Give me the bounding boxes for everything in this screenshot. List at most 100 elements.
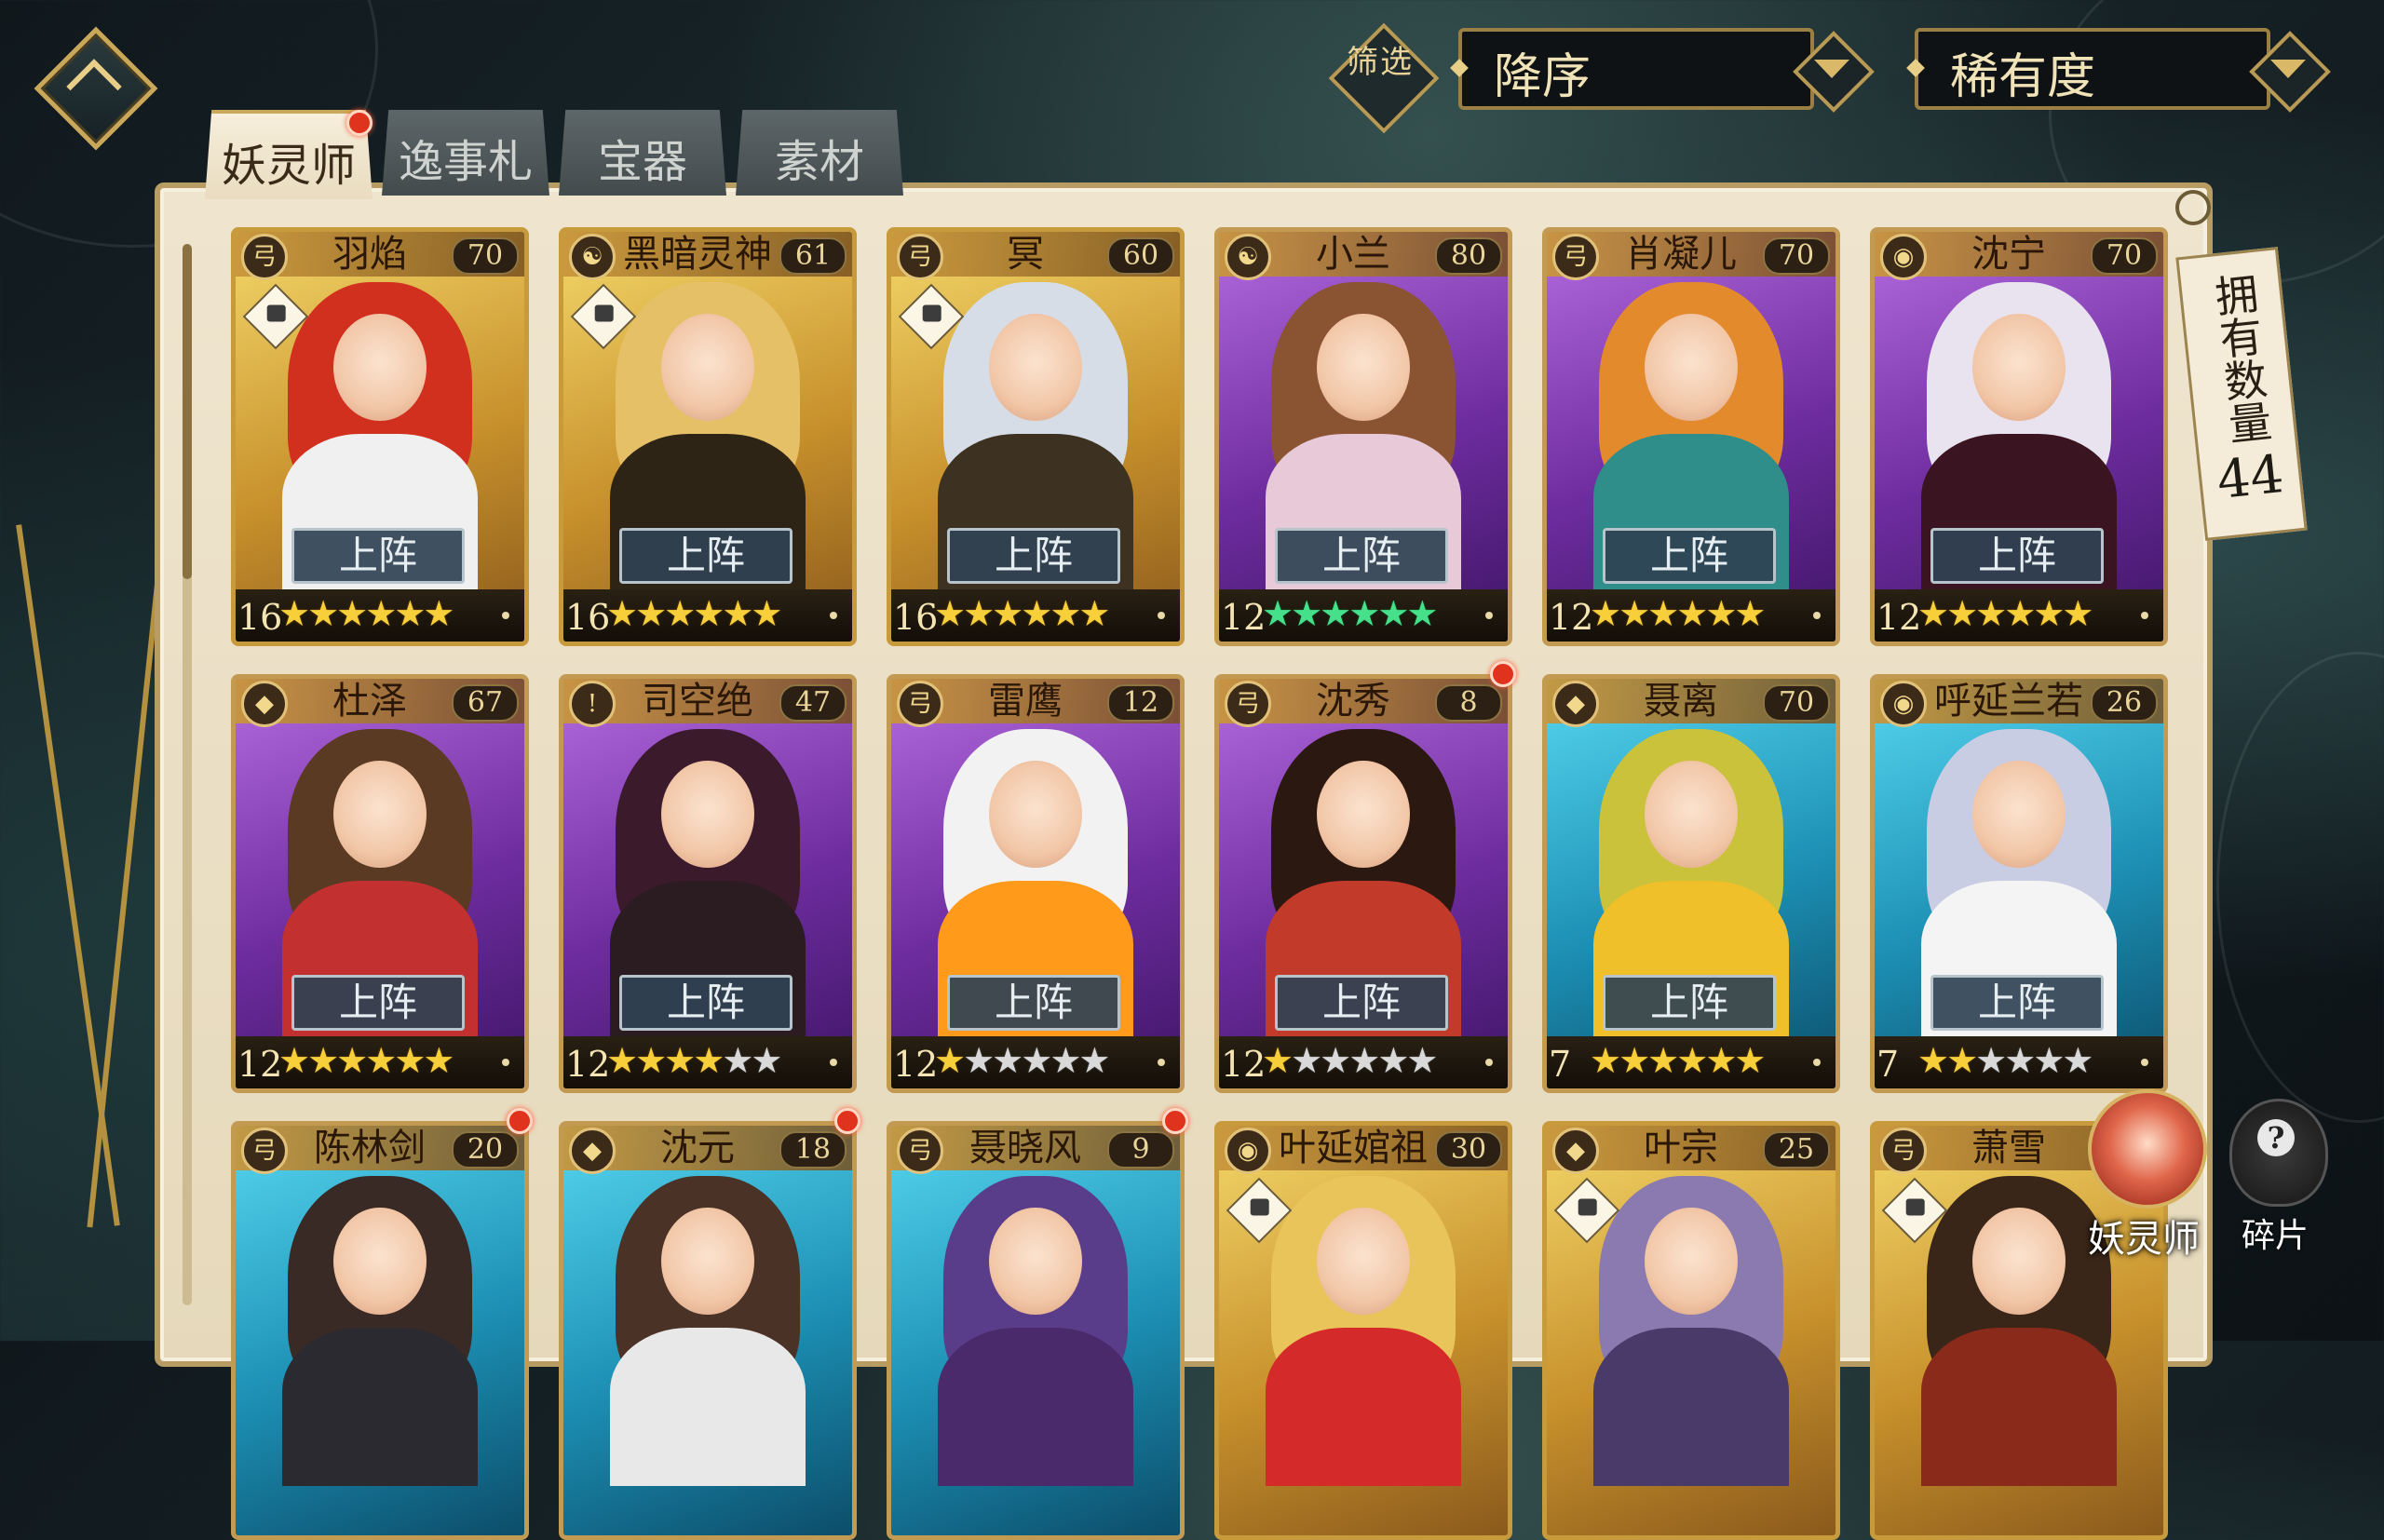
star-icon: ★ [1021,1040,1052,1081]
fragments-button[interactable]: ? 碎片 [2215,1099,2336,1255]
character-name: 沈宁 [1971,233,2046,276]
star-icon: ★ [1348,593,1380,634]
level-badge: 80 [1435,237,1502,275]
character-name: 雷鹰 [988,680,1063,723]
card-notification-badge [1490,661,1516,687]
order-dropdown[interactable]: 降序 [1450,28,1875,113]
character-name: 羽焰 [332,233,407,276]
deploy-button[interactable]: 上阵 [1603,528,1776,584]
deploy-button[interactable]: 上阵 [619,975,792,1031]
character-card[interactable]: ! 司空绝 47 上阵 12 ★★★★★★ [559,674,857,1093]
star-icon: ★ [1377,593,1409,634]
fragments-label: 碎片 [2241,1217,2309,1255]
character-card[interactable]: ◆ 沈元 18 [559,1121,857,1540]
level-badge: 12 [1107,684,1174,722]
background-swirl [2216,652,2384,1123]
star-icon: ★ [1590,1040,1621,1081]
class-icon: ◆ [241,681,288,727]
tag-ring [2175,190,2211,225]
star-icon: ★ [1348,1040,1380,1081]
star-icon: ★ [336,593,368,634]
level-badge: 47 [779,684,847,722]
tab-treasures[interactable]: 宝器 [559,110,726,196]
tab-label: 逸事札 [398,136,533,188]
character-card[interactable]: 弓肖凝儿 70 上阵 12 ★★★★★★ [1542,227,1840,646]
character-card[interactable]: 弓沈秀 8 上阵 12 ★★★★★★ [1214,674,1512,1093]
level-badge: 70 [1763,237,1830,275]
star-icon: ★ [963,1040,995,1081]
star-icon: ★ [1377,1040,1409,1081]
chevron-down-icon [2270,60,2306,78]
owned-count: 44 [2214,443,2287,512]
sort-value: 稀有度 [1950,49,2096,105]
character-card[interactable]: ◆ 杜泽 67 上阵 12 ★★★★★★ [231,674,529,1093]
star-icon: ★ [751,593,782,634]
sort-dropdown-arrow[interactable] [2249,31,2331,113]
deploy-button[interactable]: 上阵 [947,975,1120,1031]
tab-anecdotes[interactable]: 逸事札 [382,110,549,196]
level-badge: 70 [1763,684,1830,722]
more-dot [2141,1059,2148,1066]
star-icon: ★ [1734,1040,1766,1081]
deploy-button[interactable]: 上阵 [1930,975,2104,1031]
tab-materials[interactable]: 素材 [736,110,903,196]
star-icon: ★ [1590,593,1621,634]
character-card[interactable]: 弓冥 60 上阵 16 ★★★★★★ [887,227,1185,646]
character-card[interactable]: ◉ 沈宁 70 上阵 12 ★★★★★★ [1870,227,2168,646]
deploy-button[interactable]: 上阵 [619,528,792,584]
deploy-button[interactable]: 上阵 [291,528,465,584]
level-badge: 67 [452,684,519,722]
sort-dropdown[interactable]: 稀有度 [1906,28,2331,113]
star-icon: ★ [1676,593,1708,634]
deploy-button[interactable]: 上阵 [1275,975,1448,1031]
deploy-button[interactable]: 上阵 [1603,975,1776,1031]
back-button[interactable] [34,26,158,151]
level-badge: 70 [2091,237,2158,275]
character-card[interactable]: 弓陈林剑 20 [231,1121,529,1540]
deploy-button[interactable]: 上阵 [291,975,465,1031]
character-card[interactable]: 弓聂晓风 9 [887,1121,1185,1540]
character-name: 呼延兰若 [1934,680,2083,723]
character-card[interactable]: ◆ 聂离 70 上阵 7 ★★★★★★ [1542,674,1840,1093]
star-icon: ★ [1021,593,1052,634]
level-badge: 26 [2091,684,2158,722]
star-rating: ★★★★★★ [1917,1040,2093,1081]
character-card[interactable]: ☯ 黑暗灵神 61 上阵 16 ★★★★★★ [559,227,857,646]
deploy-button[interactable]: 上阵 [947,528,1120,584]
shard-count: 16 [565,597,611,638]
star-icon: ★ [934,593,966,634]
more-dot [1158,1059,1165,1066]
scrollbar-thumb[interactable] [183,244,192,579]
character-card[interactable]: ◉ 呼延兰若 26 上阵 7 ★★★★★★ [1870,674,2168,1093]
shard-count: 16 [237,597,283,638]
character-card[interactable]: 弓雷鹰 12 上阵 12 ★★★★★★ [887,674,1185,1093]
character-name: 萧雪 [1971,1127,2046,1169]
class-icon: ◆ [569,1128,616,1174]
star-icon: ★ [1050,1040,1081,1081]
star-icon: ★ [751,1040,782,1081]
shard-count: 12 [1221,1044,1266,1085]
star-icon: ★ [2004,1040,2036,1081]
deploy-button[interactable]: 上阵 [1275,528,1448,584]
character-card[interactable]: 弓羽焰 70 上阵 16 ★★★★★★ [231,227,529,646]
filter-label[interactable]: 筛选 [1328,22,1440,134]
shard-count: 7 [1549,1044,1572,1085]
more-dot [830,1059,837,1066]
character-card[interactable]: ◉ 叶延婠祖 30 [1214,1121,1512,1540]
character-card[interactable]: ◆ 叶宗 25 [1542,1121,1840,1540]
star-icon: ★ [1647,1040,1679,1081]
star-rating: ★★★★★★ [934,593,1110,634]
star-icon: ★ [423,1040,454,1081]
order-dropdown-arrow[interactable] [1793,31,1875,113]
more-dot [1158,612,1165,619]
more-dot [1813,612,1821,619]
star-icon: ★ [664,593,696,634]
character-name: 沈元 [660,1127,735,1169]
character-card[interactable]: ☯ 小兰 80 上阵 12 ★★★★★★ [1214,227,1512,646]
deploy-button[interactable]: 上阵 [1930,528,2104,584]
star-icon: ★ [1406,593,1438,634]
spirit-master-button[interactable]: 妖灵师 [2079,1089,2209,1261]
star-icon: ★ [1262,1040,1294,1081]
dropdown-dot [1906,59,1925,77]
class-icon: ◉ [1880,681,1927,727]
